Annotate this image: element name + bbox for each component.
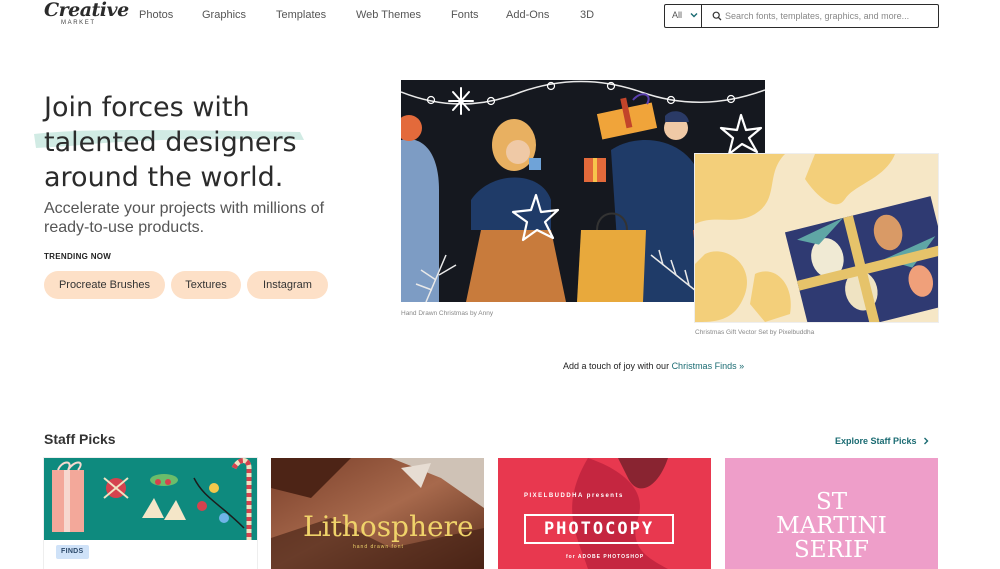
trending-tag-textures[interactable]: Textures (171, 271, 241, 299)
lithosphere-title: Lithosphere (303, 510, 474, 543)
staff-pick-card-1[interactable]: FINDS (44, 458, 257, 569)
explore-staff-picks-label: Explore Staff Picks (835, 436, 917, 446)
lithosphere-subtitle: hand drawn font (353, 544, 404, 550)
gift-wrap-illustration (695, 154, 938, 322)
nav-item-graphics[interactable]: Graphics (202, 9, 246, 21)
hero-headline-line-1: Join forces with (44, 92, 250, 123)
nav-item-templates[interactable]: Templates (276, 9, 326, 21)
hero-image-1-caption[interactable]: Hand Drawn Christmas by Anny (401, 310, 493, 317)
top-navigation-bar: Creative MARKET Photos Graphics Template… (0, 0, 1000, 34)
finds-badge: FINDS (56, 545, 89, 559)
nav-item-web-themes[interactable]: Web Themes (356, 9, 421, 21)
chevron-right-icon (924, 437, 929, 445)
search-input[interactable] (725, 7, 935, 25)
search-category-select[interactable]: All (665, 5, 702, 27)
photocopy-title: PHOTOCOPY (524, 514, 674, 544)
search-category-value: All (672, 10, 683, 20)
photocopy-brand: PIXELBUDDHA presents (524, 493, 624, 499)
creative-market-logo[interactable]: Creative MARKET (44, 0, 129, 30)
staff-picks-title: Staff Picks (44, 431, 116, 447)
hero-image-christmas-gift-vector-set[interactable] (695, 154, 938, 322)
nav-item-add-ons[interactable]: Add-Ons (506, 9, 549, 21)
nav-item-3d[interactable]: 3D (580, 9, 594, 21)
search-icon (712, 11, 722, 21)
logo-wordmark: Creative (44, 0, 129, 21)
trending-now-label: TRENDING NOW (44, 252, 112, 261)
hero-subtitle: Accelerate your projects with millions o… (44, 200, 325, 236)
st-martini-line-2: MARTINI (776, 513, 887, 539)
staff-pick-card-st-martini[interactable]: ST MARTINI SERIF (725, 458, 938, 569)
hero-headline-line-2: talented designers (44, 127, 297, 158)
trending-tag-procreate-brushes[interactable]: Procreate Brushes (44, 271, 165, 299)
explore-staff-picks-link[interactable]: Explore Staff Picks (835, 436, 930, 446)
promo-text: Add a touch of joy with our (563, 361, 672, 371)
nav-item-photos[interactable]: Photos (139, 9, 173, 21)
nav-item-fonts[interactable]: Fonts (451, 9, 479, 21)
logo-subtitle: MARKET (61, 20, 96, 26)
st-martini-line-3: SERIF (794, 537, 869, 563)
chevron-down-icon (690, 13, 698, 18)
photocopy-subtitle: for ADOBE PHOTOSHOP (566, 554, 645, 560)
christmas-promo: Add a touch of joy with our Christmas Fi… (563, 361, 744, 371)
trending-tag-instagram[interactable]: Instagram (247, 271, 328, 299)
st-martini-line-1: ST (815, 489, 848, 515)
search-bar: All (664, 4, 939, 28)
hero-image-2-caption[interactable]: Christmas Gift Vector Set by Pixelbuddha (695, 329, 814, 336)
staff-pick-card-photocopy[interactable]: PIXELBUDDHA presents PHOTOCOPY for ADOBE… (498, 458, 711, 569)
hero-headline: Join forces with talented designers arou… (44, 90, 374, 195)
staff-pick-card-lithosphere[interactable]: Lithosphere hand drawn font (271, 458, 484, 569)
hero-headline-line-3: around the world. (44, 162, 284, 193)
christmas-finds-link[interactable]: Christmas Finds » (672, 361, 745, 371)
